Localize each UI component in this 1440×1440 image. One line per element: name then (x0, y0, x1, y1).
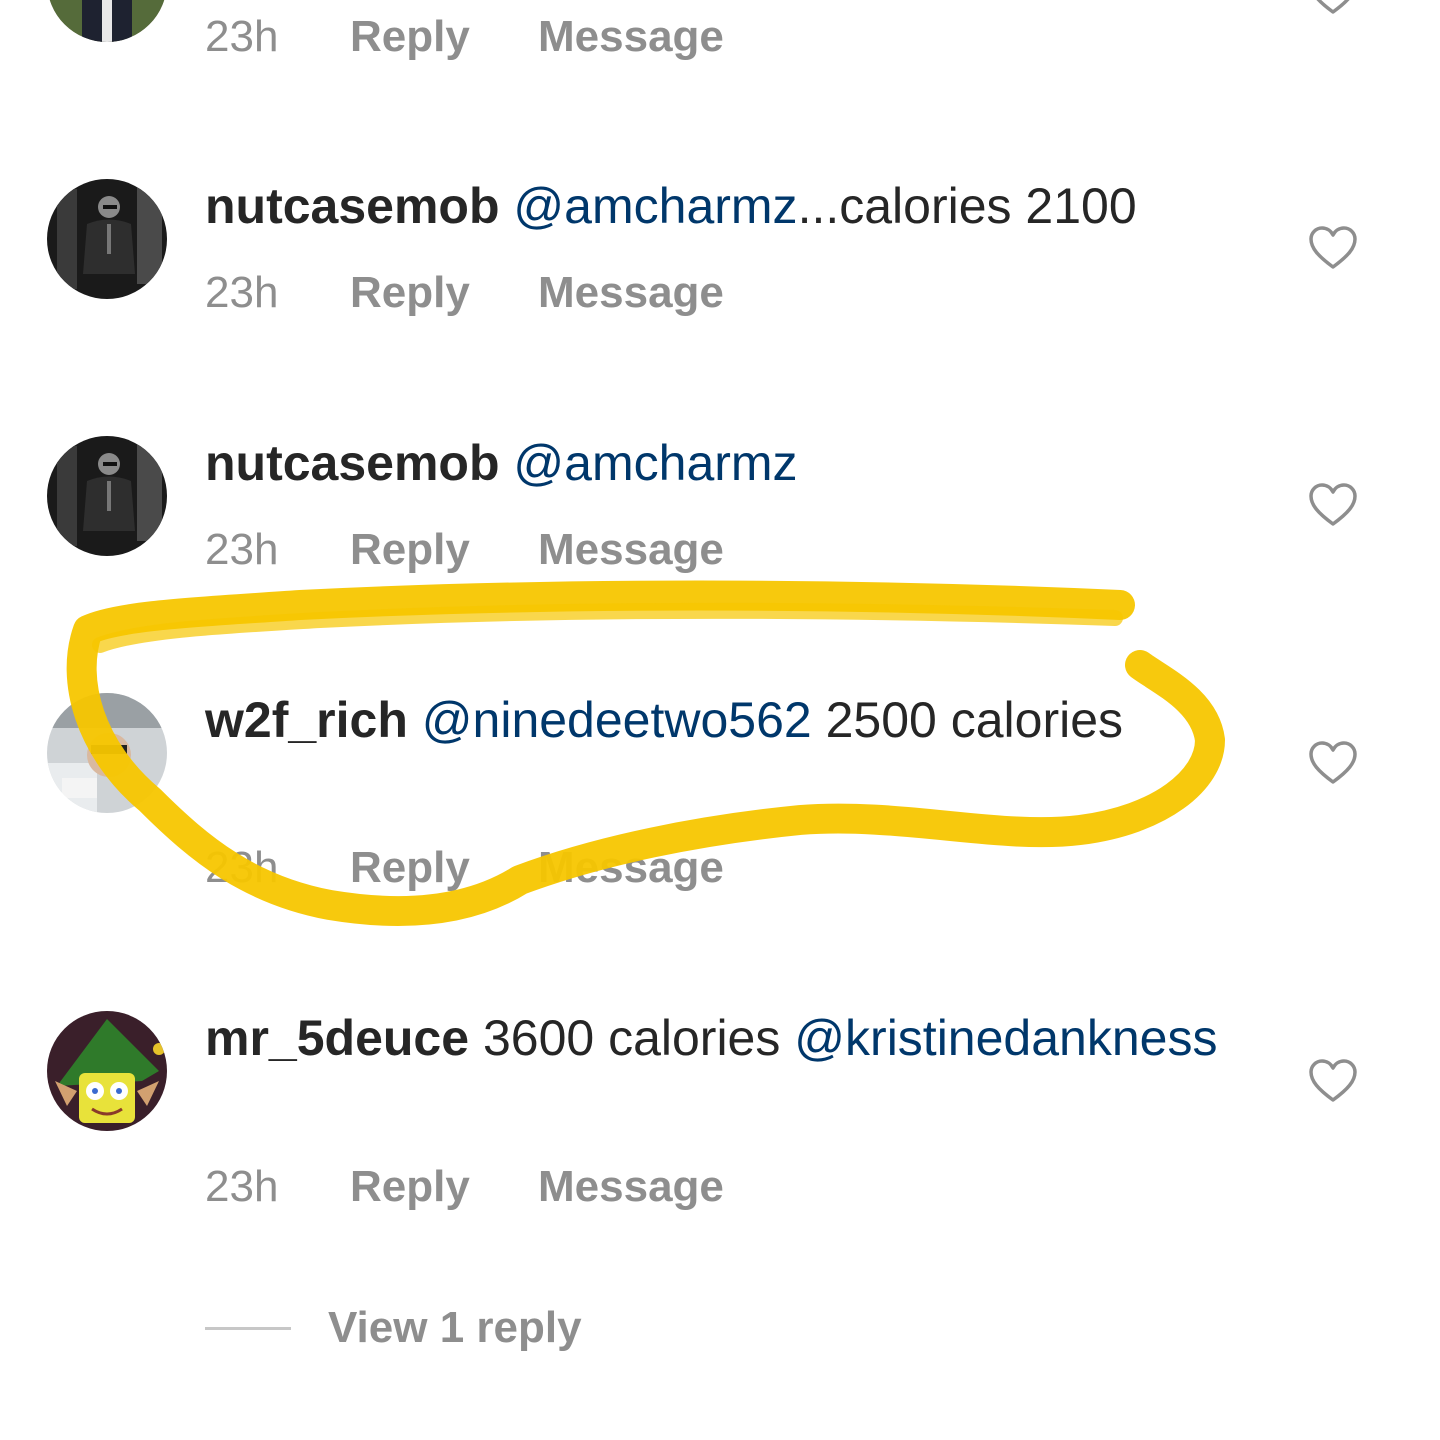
mention-link[interactable]: @amcharmz (513, 178, 797, 234)
timestamp: 23h (205, 525, 279, 574)
message-button[interactable]: Message (538, 843, 724, 893)
comment-text: w2f_rich @ninedeetwo562 2500 calories (205, 690, 1245, 751)
timestamp: 23h (205, 12, 279, 61)
heart-outline-icon[interactable] (1308, 0, 1358, 16)
message-button[interactable]: Message (538, 268, 724, 318)
avatar[interactable] (47, 436, 167, 556)
divider-line (205, 1326, 291, 1330)
comment-meta: 23h Reply Message (205, 268, 724, 318)
heart-outline-icon[interactable] (1308, 740, 1358, 786)
comment-meta: 23h Reply Message (205, 1162, 724, 1212)
timestamp: 23h (205, 1162, 279, 1211)
message-button[interactable]: Message (538, 525, 724, 575)
username[interactable]: nutcasemob (205, 178, 500, 234)
view-replies-label: View 1 reply (328, 1303, 582, 1352)
reply-button[interactable]: Reply (350, 525, 538, 575)
reply-button[interactable]: Reply (350, 268, 538, 318)
avatar[interactable] (47, 1011, 167, 1131)
timestamp: 23h (205, 843, 279, 892)
comment-content: 2500 calories (811, 692, 1124, 748)
reply-button[interactable]: Reply (350, 1162, 538, 1212)
mention-link[interactable]: @ninedeetwo562 (422, 692, 812, 748)
mention-link[interactable]: @kristinedankness (794, 1010, 1217, 1066)
comment-meta: 23h Reply Message (205, 525, 724, 575)
comment-text: nutcasemob @amcharmz (205, 433, 1245, 494)
comment-meta: 23h Reply Message (205, 843, 724, 893)
heart-outline-icon[interactable] (1308, 482, 1358, 528)
username[interactable]: w2f_rich (205, 692, 408, 748)
comment-content: ...calories 2100 (797, 178, 1137, 234)
heart-outline-icon[interactable] (1308, 225, 1358, 271)
reply-button[interactable]: Reply (350, 843, 538, 893)
comment-text: nutcasemob @amcharmz...calories 2100 (205, 176, 1245, 237)
heart-outline-icon[interactable] (1308, 1058, 1358, 1104)
username[interactable]: nutcasemob (205, 435, 500, 491)
timestamp: 23h (205, 268, 279, 317)
message-button[interactable]: Message (538, 1162, 724, 1212)
message-button[interactable]: Message (538, 12, 724, 62)
avatar[interactable] (47, 693, 167, 813)
avatar[interactable] (47, 0, 167, 42)
avatar[interactable] (47, 179, 167, 299)
mention-link[interactable]: @amcharmz (513, 435, 797, 491)
username[interactable]: mr_5deuce (205, 1010, 469, 1066)
view-replies-button[interactable]: View 1 reply (205, 1303, 582, 1353)
comment-meta: 23h Reply Message (205, 12, 724, 62)
comment-content: 3600 calories (482, 1010, 781, 1066)
comment-text: mr_5deuce 3600 calories @kristinedanknes… (205, 1008, 1245, 1069)
reply-button[interactable]: Reply (350, 12, 538, 62)
